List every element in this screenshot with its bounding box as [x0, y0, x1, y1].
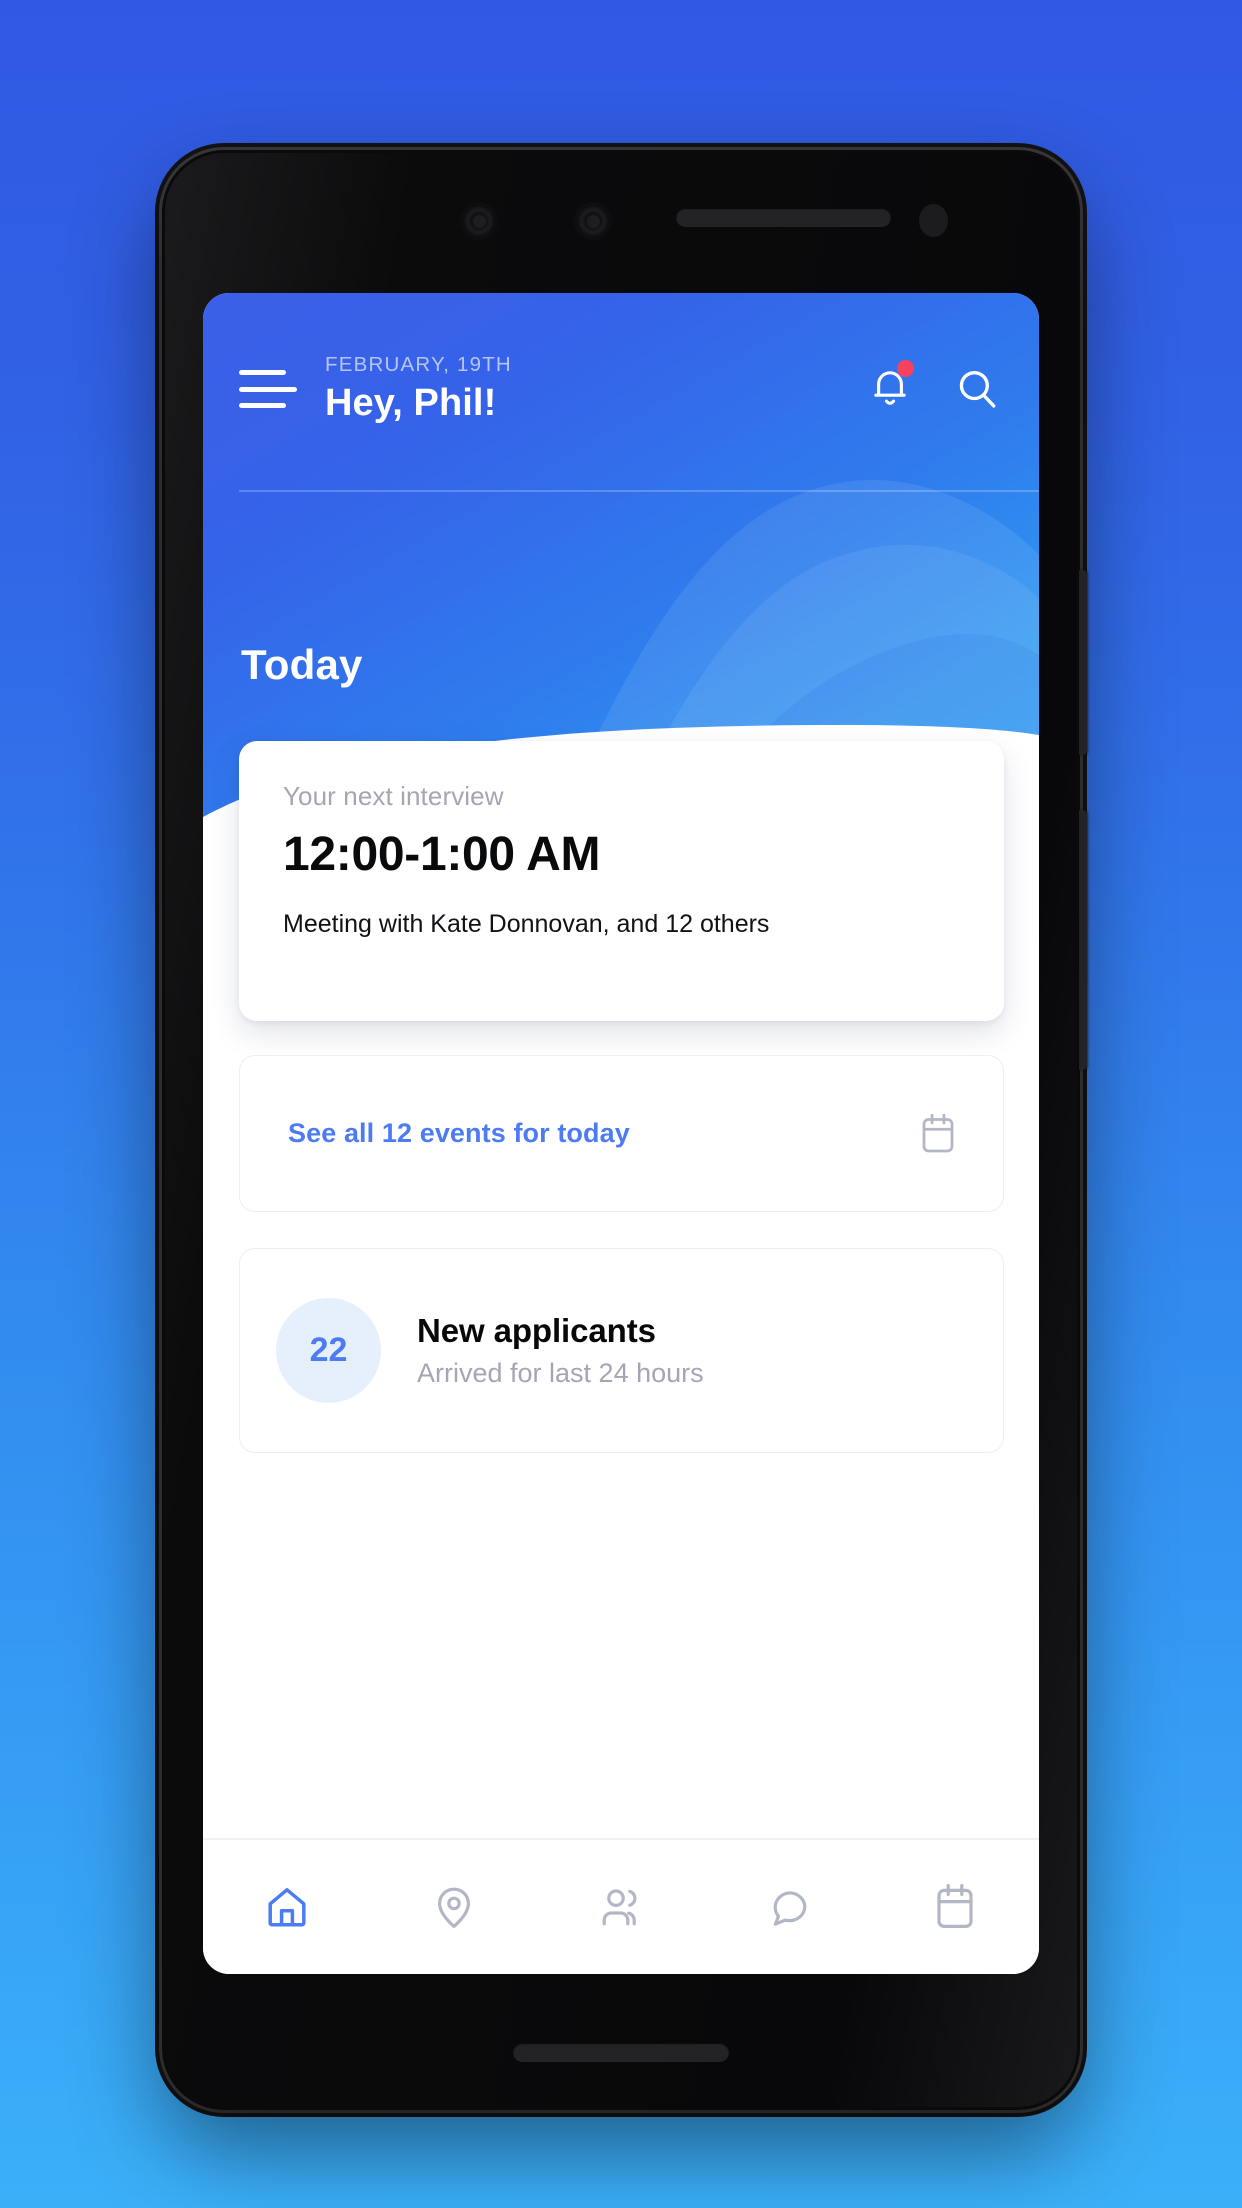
applicants-count: 22: [309, 1331, 348, 1369]
app-header-bar: FEBRUARY, 19TH Hey, Phil!: [203, 335, 1039, 443]
people-icon: [602, 1889, 637, 1926]
applicants-count-badge: 22: [276, 1298, 381, 1403]
nav-item-people[interactable]: [537, 1840, 704, 1974]
phone-device-frame: FEBRUARY, 19TH Hey, Phil! Today Your nex…: [162, 150, 1087, 2110]
next-interview-card[interactable]: Your next interview 12:00-1:00 AM Meetin…: [239, 741, 1004, 1021]
bottom-speaker-grille: [513, 2043, 729, 2062]
home-icon: [268, 1888, 306, 1927]
interview-attendees: Meeting with Kate Donnovan, and 12 other…: [283, 910, 770, 938]
notification-button[interactable]: [868, 360, 914, 414]
new-applicants-card[interactable]: 22 New applicants Arrived for last 24 ho…: [239, 1248, 1004, 1453]
header-date: FEBRUARY, 19TH: [325, 353, 512, 376]
map-pin-icon: [437, 1887, 470, 1928]
nav-item-location[interactable]: [370, 1840, 537, 1974]
nav-item-home[interactable]: [203, 1840, 370, 1974]
volume-button[interactable]: [1079, 570, 1087, 755]
page-title: Today: [241, 641, 363, 688]
camera-lens-icon: [574, 202, 612, 240]
see-all-events-card[interactable]: See all 12 events for today: [239, 1055, 1004, 1212]
notification-badge-dot: [897, 360, 914, 377]
menu-line: [239, 403, 286, 408]
applicants-subtitle: Arrived for last 24 hours: [417, 1358, 704, 1388]
see-all-events-link[interactable]: See all 12 events for today: [288, 1118, 630, 1149]
header-actions: [868, 360, 1001, 414]
search-button[interactable]: [954, 366, 1001, 413]
power-button[interactable]: [1079, 810, 1087, 1070]
menu-line: [239, 370, 286, 375]
app-screenshot: FEBRUARY, 19TH Hey, Phil! Today Your nex…: [0, 0, 1242, 2208]
bottom-navigation-bar: [203, 1838, 1039, 1974]
nav-item-messages[interactable]: [705, 1840, 872, 1974]
header-greeting: Hey, Phil!: [325, 382, 497, 424]
hamburger-menu-icon[interactable]: [239, 367, 297, 411]
proximity-sensor-icon: [919, 204, 948, 237]
greeting-block: FEBRUARY, 19TH Hey, Phil!: [325, 353, 868, 425]
calendar-icon: [922, 1113, 954, 1152]
menu-line: [239, 386, 297, 392]
calendar-icon: [937, 1883, 974, 1928]
applicants-title: New applicants: [417, 1312, 656, 1349]
header-divider: [239, 490, 1039, 492]
applicants-text-block: New applicants Arrived for last 24 hours: [417, 1312, 704, 1389]
camera-lens-icon: [460, 202, 498, 240]
interview-label: Your next interview: [283, 781, 504, 811]
phone-top-hardware: [162, 150, 1080, 285]
interview-time: 12:00-1:00 AM: [283, 828, 601, 881]
chat-bubble-icon: [773, 1891, 807, 1926]
phone-screen: FEBRUARY, 19TH Hey, Phil! Today Your nex…: [203, 293, 1039, 1974]
earpiece-speaker-grille: [676, 208, 891, 227]
nav-item-calendar[interactable]: [872, 1840, 1039, 1974]
search-icon: [959, 370, 996, 408]
